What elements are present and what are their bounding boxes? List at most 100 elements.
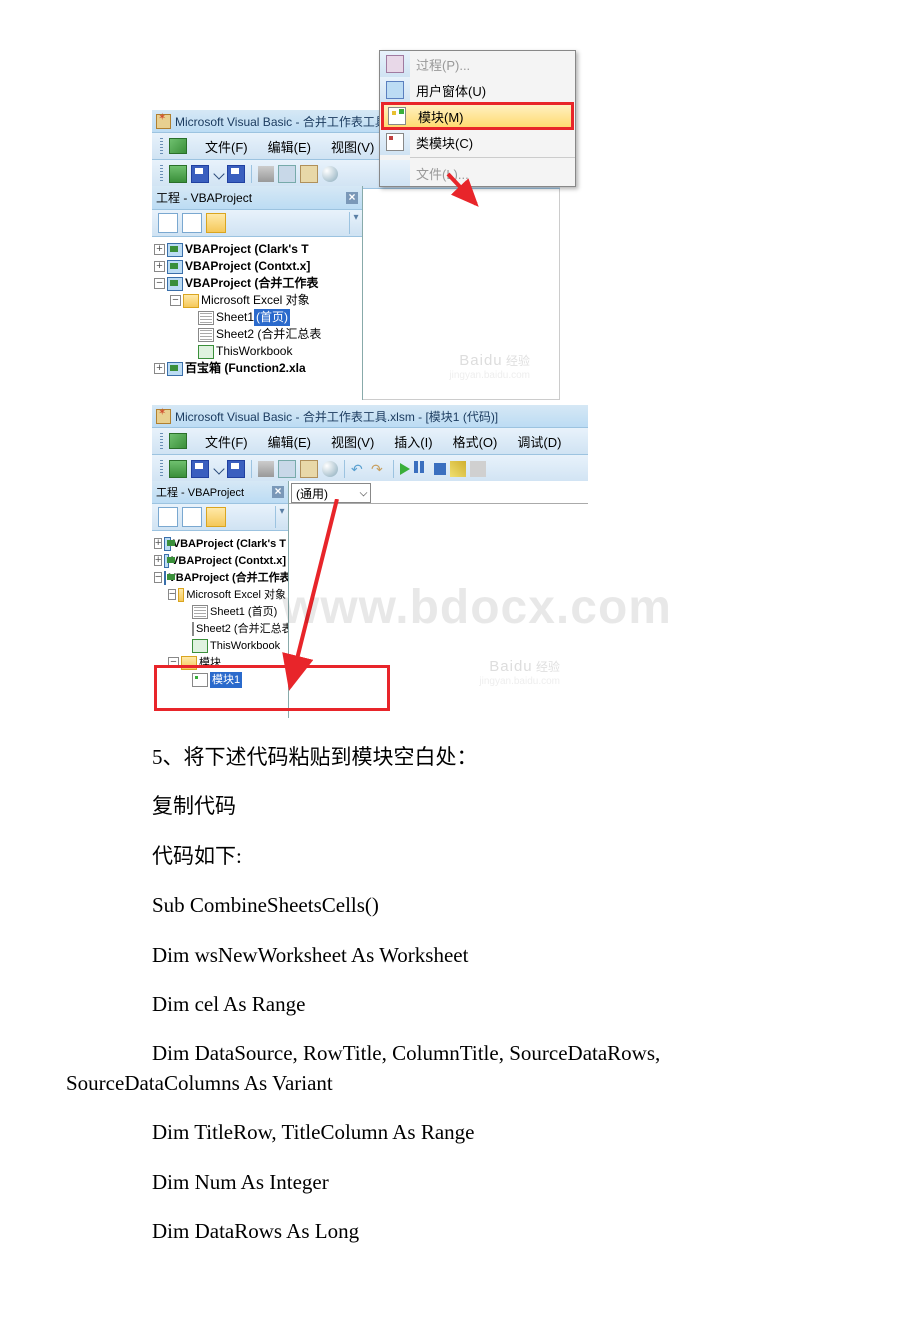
vb-icon [169, 138, 187, 154]
code-line: Dim wsNewWorksheet As Worksheet [0, 941, 920, 970]
find-icon[interactable] [322, 166, 338, 182]
sheet-node[interactable]: Sheet1 (首页) [210, 604, 277, 620]
break-icon[interactable] [414, 461, 430, 477]
project-node[interactable]: VBAProject (合并工作表 [185, 275, 318, 292]
menu-file[interactable]: 文件(F) [195, 133, 258, 160]
text-line: 复制代码 [0, 792, 920, 821]
project-node[interactable]: VBAProject (Contxt.x] [171, 553, 286, 569]
window-title: Microsoft Visual Basic - 合并工作表工具.xlsm - … [175, 408, 498, 425]
sheet-node[interactable]: Sheet1 [216, 309, 254, 326]
dropdown-value: (通用) [296, 485, 328, 502]
project-node[interactable]: VBAProject (合并工作表 [168, 570, 290, 586]
menu-view[interactable]: 视图(V) [321, 133, 384, 160]
menu-file: 文件(L)... [380, 160, 575, 186]
menu-format[interactable]: 格式(O) [443, 428, 508, 455]
text-line: 、将下述代码粘贴到模块空白处： [163, 745, 478, 769]
dropdown-arrow-icon[interactable]: ▾ [275, 506, 288, 528]
close-icon[interactable]: × [272, 486, 284, 498]
dropdown-arrow-icon[interactable] [213, 168, 224, 179]
separator [251, 165, 252, 183]
insert-icon[interactable] [191, 460, 209, 478]
find-icon[interactable] [322, 461, 338, 477]
toggle-folders-icon[interactable] [206, 507, 226, 527]
project-node[interactable]: VBAProject (Clark's T [185, 241, 309, 258]
project-explorer-icon[interactable] [470, 461, 486, 477]
run-icon[interactable] [400, 463, 410, 475]
project-explorer: 工程 - VBAProject × ▾ +VBAProject (Clark's… [152, 186, 363, 400]
object-dropdown[interactable]: (通用) [291, 483, 371, 503]
workbook-node[interactable]: ThisWorkbook [210, 638, 280, 654]
dropdown-arrow-icon[interactable] [213, 463, 224, 474]
save-icon[interactable] [227, 460, 245, 478]
save-icon[interactable] [227, 165, 245, 183]
view-excel-icon[interactable] [169, 165, 187, 183]
project-node[interactable]: 百宝箱 (Function2.xla [185, 360, 306, 377]
menu-userform[interactable]: 用户窗体(U) [380, 77, 575, 103]
paste-icon[interactable] [300, 460, 318, 478]
window-titlebar: Microsoft Visual Basic - 合并工作表工具.xlsm - … [152, 405, 588, 428]
grip-icon [160, 460, 163, 478]
separator [393, 460, 394, 478]
menu-edit[interactable]: 编辑(E) [258, 428, 321, 455]
paste-icon[interactable] [300, 165, 318, 183]
toolbar: ↶ ↷ [152, 455, 588, 484]
sheet-node[interactable]: Sheet2 (合并汇总表 [216, 326, 321, 343]
app-icon [156, 409, 171, 424]
close-icon[interactable]: × [346, 192, 358, 204]
menubar: 文件(F) 编辑(E) 视图(V) 插入(I) 格式(O) 调试(D) [152, 428, 588, 455]
redo-icon[interactable]: ↷ [371, 461, 387, 477]
copy-icon[interactable] [278, 165, 296, 183]
project-node[interactable]: VBAProject (Clark's T [173, 536, 286, 552]
menu-class-module[interactable]: 类模块(C) [380, 129, 575, 155]
undo-icon[interactable]: ↶ [351, 461, 367, 477]
pane-title: 工程 - VBAProject × [152, 186, 362, 210]
code-line: Sub CombineSheetsCells() [0, 891, 920, 920]
code-line: Dim DataSource, RowTitle, ColumnTitle, S… [0, 1039, 920, 1098]
vb-icon [169, 433, 187, 449]
procedure-icon [386, 55, 404, 73]
reset-icon[interactable] [434, 463, 446, 475]
pane-title: 工程 - VBAProject × [152, 481, 288, 504]
menu-edit[interactable]: 编辑(E) [258, 133, 321, 160]
project-node[interactable]: VBAProject (Contxt.x] [185, 258, 310, 275]
pane-title-text: 工程 - VBAProject [156, 189, 252, 206]
dropdown-arrow-icon[interactable]: ▾ [349, 212, 362, 234]
view-code-icon[interactable] [158, 507, 178, 527]
project-toolbar: ▾ [152, 504, 288, 531]
project-toolbar: ▾ [152, 210, 362, 237]
grip-icon [160, 433, 163, 449]
menu-file[interactable]: 文件(F) [195, 428, 258, 455]
code-line: Dim cel As Range [0, 990, 920, 1019]
code-line: Dim DataRows As Long [0, 1217, 920, 1246]
code-header: (通用) [289, 481, 588, 504]
text-line: 5 [152, 745, 163, 769]
chevron-down-icon [360, 489, 368, 497]
code-line: Dim Num As Integer [0, 1168, 920, 1197]
design-mode-icon[interactable] [450, 461, 466, 477]
watermark: Baidu 经验 jingyan.baidu.com [449, 352, 530, 382]
view-object-icon[interactable] [182, 213, 202, 233]
menu-module[interactable]: 模块(M) [382, 103, 573, 129]
menu-view[interactable]: 视图(V) [321, 428, 384, 455]
toggle-folders-icon[interactable] [206, 213, 226, 233]
cut-icon[interactable] [258, 461, 274, 477]
vbe-screenshot-2: Microsoft Visual Basic - 合并工作表工具.xlsm - … [152, 405, 588, 718]
view-code-icon[interactable] [158, 213, 178, 233]
save-icon[interactable] [191, 165, 209, 183]
watermark: Baidu 经验 jingyan.baidu.com [479, 658, 560, 688]
menu-insert[interactable]: 插入(I) [384, 428, 442, 455]
sheet-node[interactable]: Sheet2 (合并汇总表 [196, 621, 293, 637]
folder-node[interactable]: Microsoft Excel 对象 [186, 587, 286, 603]
cut-icon[interactable] [258, 166, 274, 182]
view-object-icon[interactable] [182, 507, 202, 527]
project-tree[interactable]: +VBAProject (Clark's T +VBAProject (Cont… [152, 237, 362, 381]
copy-icon[interactable] [278, 460, 296, 478]
annotation-highlight-box [154, 665, 390, 711]
folder-node[interactable]: Microsoft Excel 对象 [201, 292, 310, 309]
class-module-icon [386, 133, 404, 151]
workbook-node[interactable]: ThisWorkbook [216, 343, 292, 360]
userform-icon [386, 81, 404, 99]
menu-debug[interactable]: 调试(D) [507, 428, 571, 455]
app-icon [156, 114, 171, 129]
view-excel-icon[interactable] [169, 460, 187, 478]
